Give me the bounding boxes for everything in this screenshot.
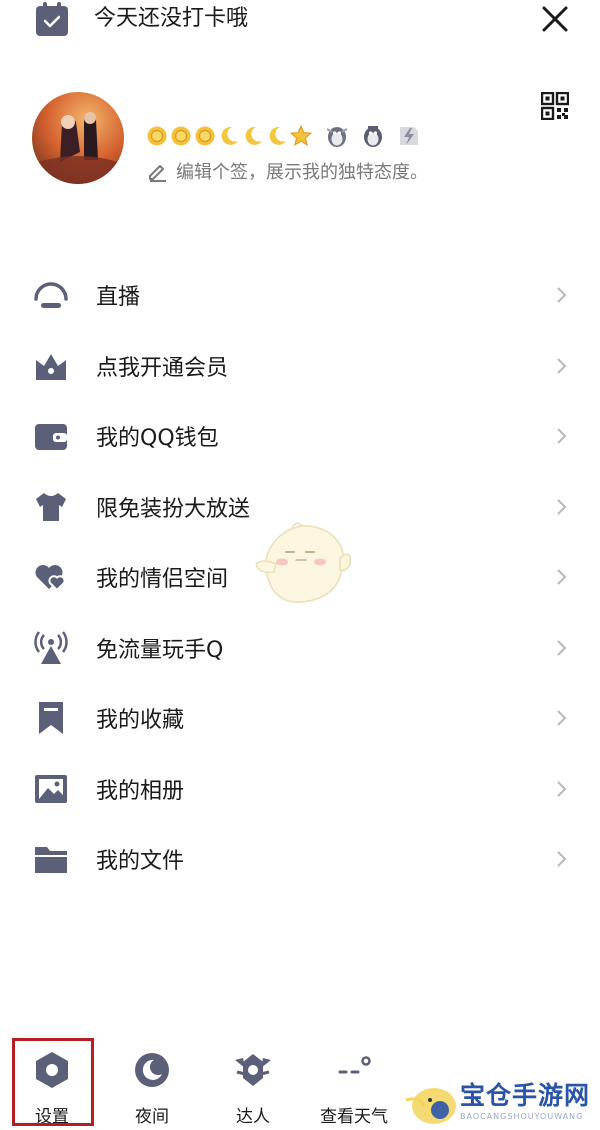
calendar-check-icon[interactable] — [34, 2, 70, 38]
moon-icon — [266, 125, 288, 151]
expert-button[interactable]: 达人 — [208, 1050, 298, 1127]
chevron-right-icon — [557, 781, 567, 797]
vip-crown-icon — [36, 353, 66, 380]
vip-lightning-badge-icon — [396, 123, 422, 153]
weather-button[interactable]: 查看天气 — [309, 1050, 399, 1127]
night-moon-icon — [135, 1053, 169, 1087]
tshirt-icon — [36, 492, 66, 521]
watermark-text: 宝仓手游网 — [460, 1081, 591, 1110]
watermark-mascot-logo — [405, 1088, 456, 1124]
mascot-decoration — [255, 522, 352, 603]
couple-hearts-icon — [35, 565, 66, 592]
weather-icon — [338, 1056, 371, 1074]
menu-item-label: 免流量玩手Q — [96, 637, 224, 663]
sun-icon — [170, 125, 192, 151]
chevron-right-icon — [557, 640, 567, 656]
wallet-icon — [35, 424, 67, 451]
menu-item-label: 我的QQ钱包 — [96, 426, 219, 452]
bookmark-icon — [39, 702, 63, 735]
penguin-badge-icon — [360, 123, 386, 153]
night-mode-button[interactable]: 夜间 — [107, 1050, 197, 1127]
top-bar: 今天还没打卡哦 — [0, 0, 600, 40]
avatar[interactable] — [32, 92, 124, 184]
highlight-annotation-box — [12, 1038, 94, 1126]
expert-label: 达人 — [236, 1107, 270, 1127]
menu-item-label: 我的相册 — [96, 778, 185, 804]
photo-album-icon — [35, 774, 67, 803]
expert-badge-icon — [235, 1054, 271, 1086]
menu-item-label: 点我开通会员 — [96, 355, 229, 381]
watermark: 宝仓手游网 BAOCANGSHOUYOUWANG — [400, 1076, 598, 1128]
menu-item-label: 限免装扮大放送 — [96, 496, 251, 522]
menu-item-label: 我的文件 — [96, 849, 185, 875]
watermark-subtext: BAOCANGSHOUYOUWANG — [460, 1112, 584, 1121]
chevron-right-icon — [557, 358, 567, 374]
menu-item-favorites[interactable]: 我的收藏 — [0, 683, 600, 754]
moon-icon — [242, 125, 264, 151]
qr-code-icon[interactable] — [541, 92, 569, 120]
menu-item-wallet[interactable]: 我的QQ钱包 — [0, 401, 600, 472]
menu-item-label: 我的收藏 — [96, 708, 185, 734]
moon-icon — [218, 125, 240, 151]
night-mode-label: 夜间 — [135, 1107, 169, 1127]
weather-label: 查看天气 — [320, 1107, 388, 1127]
menu-item-vip[interactable]: 点我开通会员 — [0, 331, 600, 402]
menu-item-live[interactable]: 直播 — [0, 260, 600, 331]
menu-item-files[interactable]: 我的文件 — [0, 824, 600, 895]
signature-editor[interactable]: 编辑个签，展示我的独特态度。 — [146, 158, 428, 184]
chevron-right-icon — [557, 287, 567, 303]
pencil-icon — [149, 165, 166, 182]
checkin-status-text[interactable]: 今天还没打卡哦 — [94, 4, 248, 34]
sun-icon — [146, 125, 168, 151]
menu-item-album[interactable]: 我的相册 — [0, 754, 600, 825]
signal-tower-icon — [34, 630, 68, 664]
menu-item-label: 直播 — [96, 285, 141, 311]
live-icon — [34, 282, 68, 309]
folder-icon — [35, 847, 67, 874]
chevron-right-icon — [557, 569, 567, 585]
penguin-badge-icon — [324, 123, 350, 153]
star-icon — [289, 124, 313, 151]
signature-text: 编辑个签，展示我的独特态度。 — [176, 162, 428, 183]
chevron-right-icon — [557, 851, 567, 867]
menu-item-free-data[interactable]: 免流量玩手Q — [0, 613, 600, 684]
menu-item-label: 我的情侣空间 — [96, 567, 229, 593]
level-badges[interactable] — [146, 124, 422, 152]
chevron-right-icon — [557, 499, 567, 515]
close-icon[interactable] — [538, 2, 572, 36]
chevron-right-icon — [557, 710, 567, 726]
chevron-right-icon — [557, 428, 567, 444]
sun-icon — [194, 125, 216, 151]
